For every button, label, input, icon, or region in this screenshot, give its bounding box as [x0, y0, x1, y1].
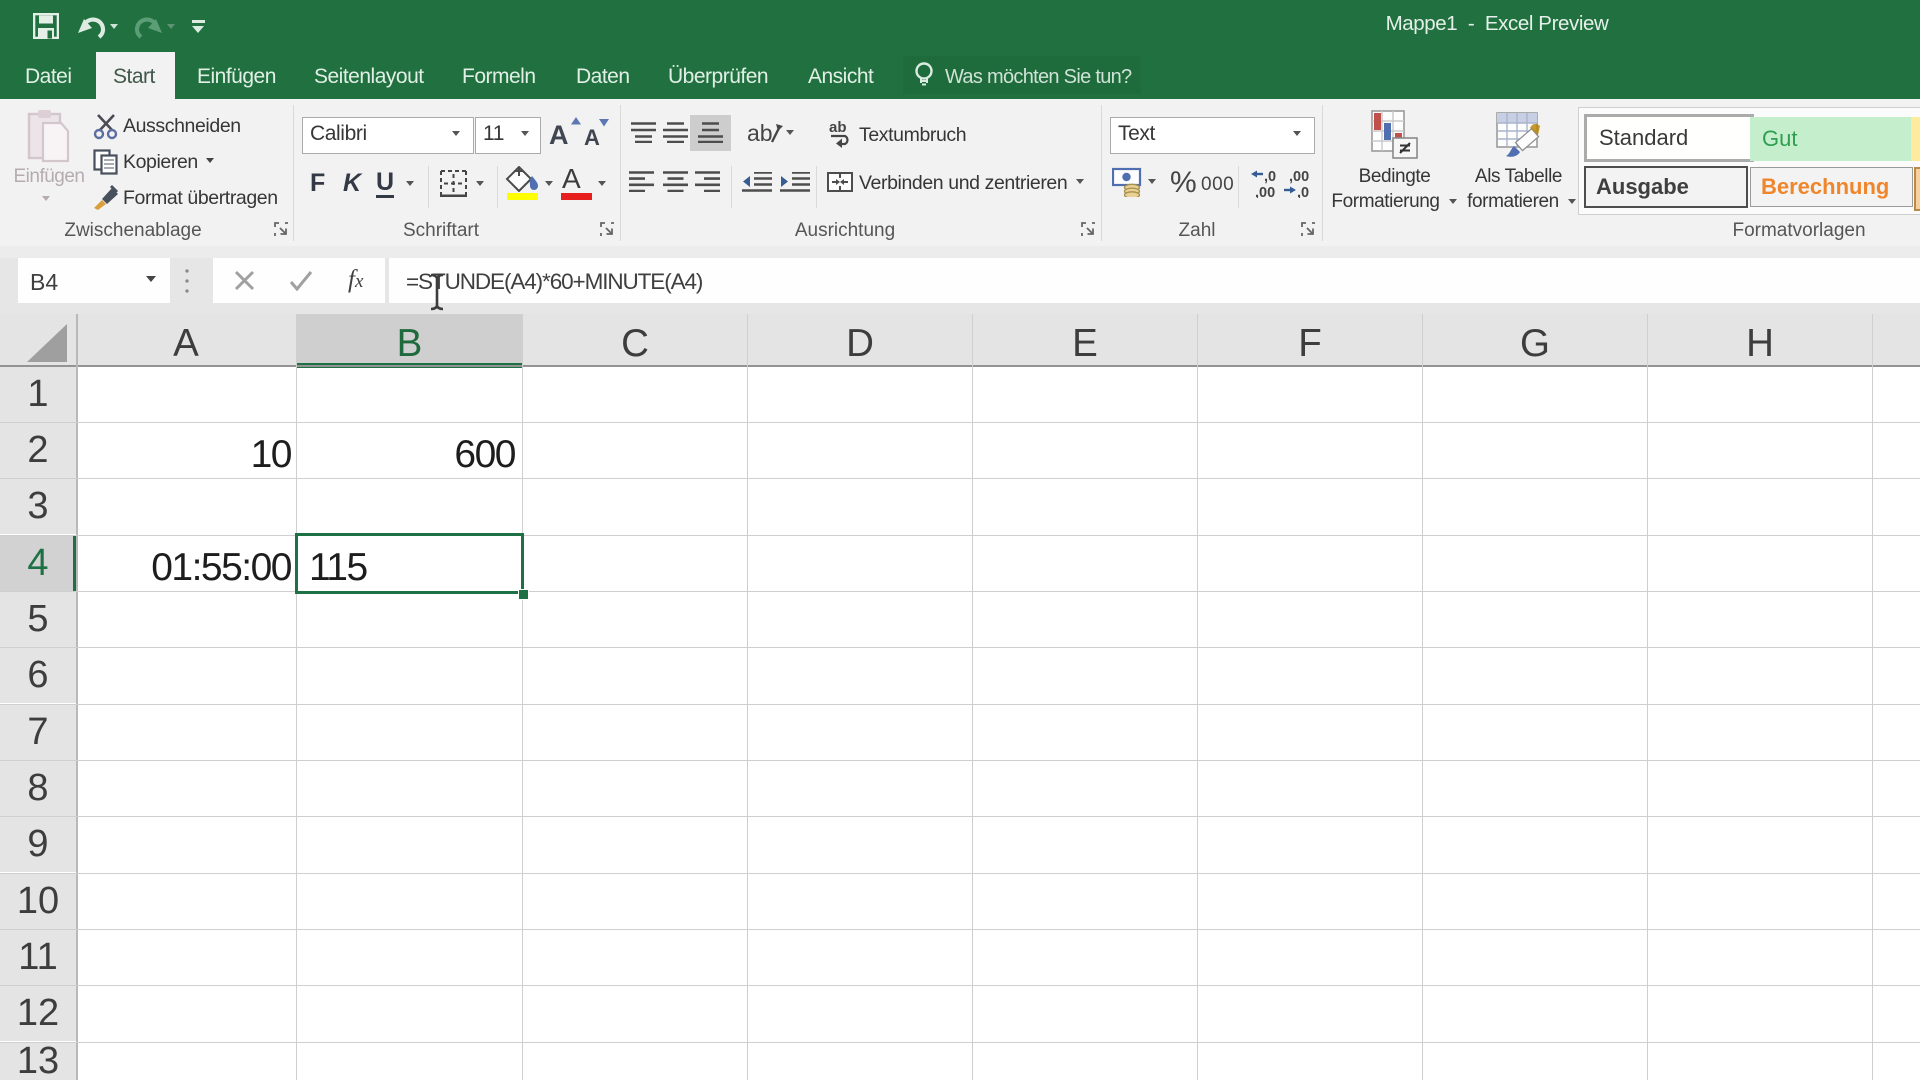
svg-text:,00: ,00 — [1255, 185, 1275, 198]
svg-text:,0: ,0 — [1264, 169, 1276, 185]
svg-text:,00: ,00 — [1289, 169, 1309, 185]
svg-text:ab: ab — [829, 120, 847, 136]
svg-text:,0: ,0 — [1297, 185, 1309, 198]
svg-text:ab: ab — [747, 120, 773, 146]
